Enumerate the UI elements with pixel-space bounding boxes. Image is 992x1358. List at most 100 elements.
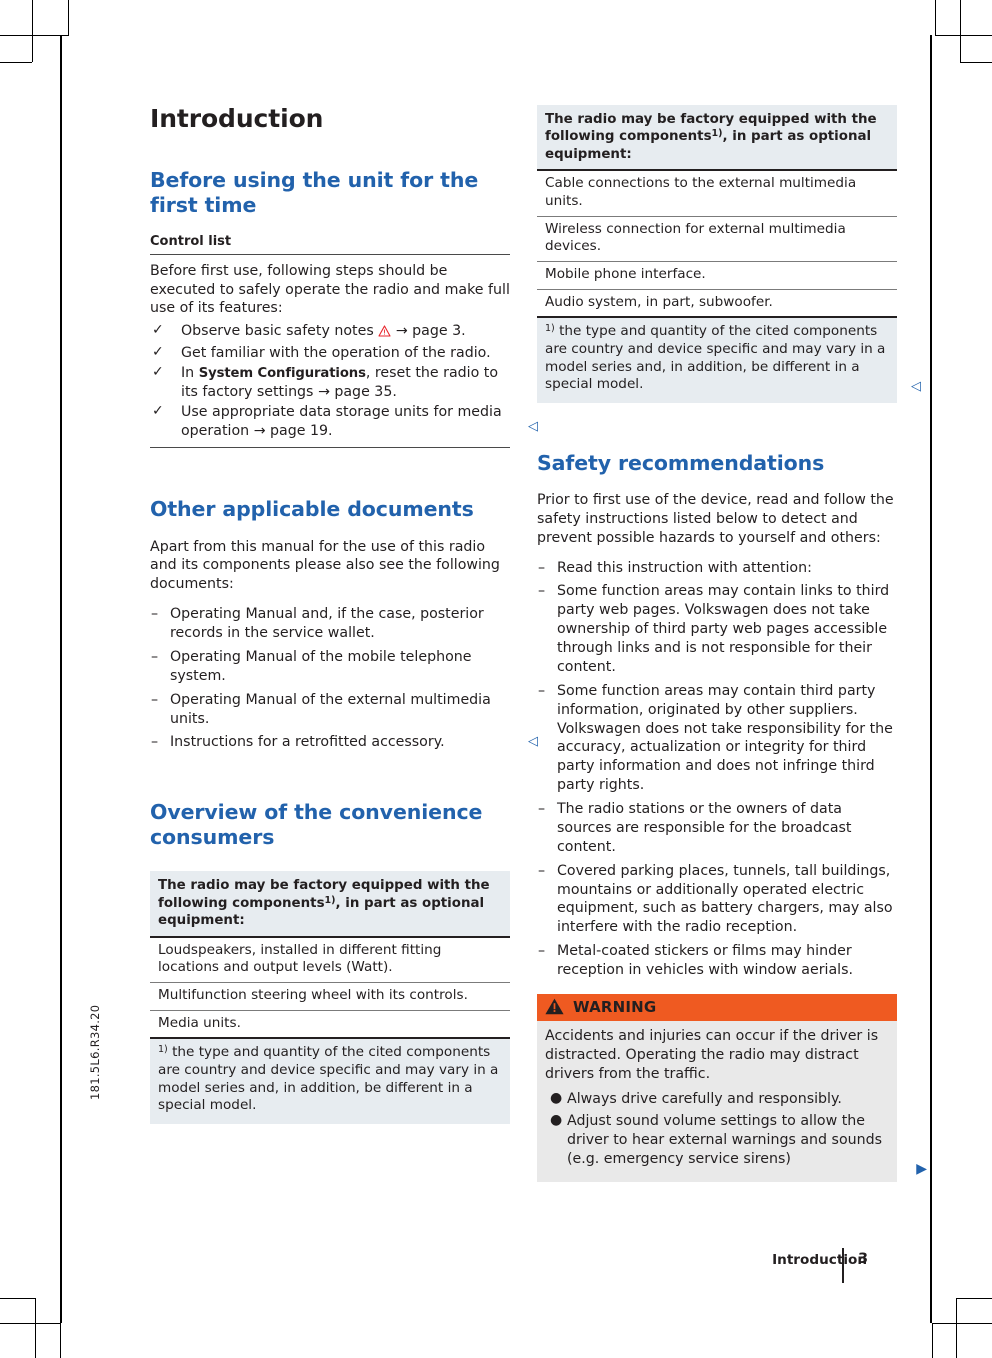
warning-body-text: Accidents and injuries can occur if the … <box>545 1027 879 1082</box>
footer-divider <box>842 1248 844 1283</box>
check-icon: ✓ <box>152 344 164 361</box>
warning-label: WARNING <box>573 997 657 1016</box>
list-item-text: Always drive carefully and responsibly. <box>567 1090 842 1107</box>
table-row: Cable connections to the external multim… <box>537 170 897 217</box>
table-header-row: The radio may be factory equipped with t… <box>150 871 510 938</box>
table-header-cell: The radio may be factory equipped with t… <box>537 105 897 172</box>
list-item-text: Observe basic safety notes <box>181 323 379 340</box>
check-icon: ✓ <box>152 322 164 339</box>
control-list: ✓ Observe basic safety notes → page 3. ✓ G… <box>150 322 538 441</box>
section-heading-before-first-use: Before using the unit for the first time <box>150 167 479 217</box>
table-header-row: The radio may be factory equipped with t… <box>537 105 897 172</box>
list-item-text: Operating Manual of the mobile telephone… <box>170 648 472 684</box>
right-page-rule <box>930 35 932 1323</box>
list-item-text-after: → page 3. <box>391 323 466 340</box>
footnote-marker: 1) <box>324 894 336 906</box>
table-cell: Loudspeakers, installed in different fit… <box>150 936 510 983</box>
list-item: – Instructions for a retrofitted accessor… <box>150 733 538 752</box>
bullet-icon: ● <box>550 1112 563 1129</box>
table-cell: Cable connections to the external multim… <box>537 170 897 217</box>
left-page-rule <box>60 35 62 1323</box>
right-column: The radio may be factory equipped with t… <box>537 105 927 1183</box>
table-header-cell: The radio may be factory equipped with t… <box>150 871 510 938</box>
ui-term-system-configurations: System Configurations <box>198 366 366 382</box>
divider <box>150 446 510 448</box>
page-footer: Introduction 3 <box>0 1248 992 1283</box>
list-item-text: Operating Manual and, if the case, poste… <box>170 606 484 642</box>
section-heading-other-documents: Other applicable documents <box>150 496 474 521</box>
other-documents-list: – Operating Manual and, if the case, post… <box>150 605 538 752</box>
list-item: ✓ In System Configurations, reset the rad… <box>150 364 510 402</box>
document-code: 181.5L6.R34.20 <box>88 1004 102 1100</box>
warning-box: WARNING Accidents and injuries can occur… <box>537 993 927 1183</box>
table-row: Audio system, in part, subwoofer. <box>537 289 897 317</box>
list-item-text: Use appropriate data storage units for m… <box>181 403 502 439</box>
list-item-text: Adjust sound volume settings to allow th… <box>567 1113 883 1168</box>
table-cell: Mobile phone interface. <box>537 261 897 290</box>
bullet-icon: ● <box>550 1089 563 1106</box>
end-of-section-marker: ◁ <box>911 378 921 394</box>
list-item-text: Get familiar with the operation of the r… <box>181 345 491 362</box>
table-cell: Audio system, in part, subwoofer. <box>545 293 773 310</box>
table-cell: Multifunction steering wheel with its co… <box>150 982 510 1011</box>
dash-icon: – <box>538 801 546 818</box>
table-cell: Media units. <box>158 1014 241 1031</box>
check-icon: ✓ <box>152 364 164 381</box>
subheading-control-list: Control list <box>150 233 232 249</box>
warning-box-content: Accidents and injuries can occur if the … <box>537 1021 897 1182</box>
table-footnote-row: 1) the type and quantity of the cited co… <box>150 1037 510 1124</box>
list-item: – The radio stations or the owners of dat… <box>537 800 897 857</box>
warning-box-header: WARNING <box>537 993 897 1021</box>
list-item: – Operating Manual of the external multim… <box>150 691 510 729</box>
list-item: – Covered parking places, tunnels, tall b… <box>537 862 897 938</box>
continues-marker: ▶ <box>916 1161 927 1178</box>
list-item: – Some function areas may contain third p… <box>537 682 897 795</box>
section-heading-overview-consumers: Overview of the convenience consumers <box>150 800 483 850</box>
warning-triangle-icon <box>378 324 391 343</box>
section-heading-safety-recommendations: Safety recommendations <box>537 450 825 475</box>
table-row: Wireless connection for external multime… <box>537 216 897 262</box>
dash-icon: – <box>151 606 159 623</box>
list-item: ✓ Use appropriate data storage units for … <box>150 402 538 441</box>
table-footnote-cell: 1) the type and quantity of the cited co… <box>150 1037 510 1124</box>
warning-triangle-icon <box>545 998 564 1015</box>
list-item-text: Some function areas may contain links to… <box>557 583 890 675</box>
table-footnote-row: 1) the type and quantity of the cited co… <box>537 316 921 403</box>
dash-icon: – <box>151 691 159 708</box>
warning-bullet-list: ● Always drive carefully and responsibly.… <box>545 1090 889 1170</box>
dash-icon: – <box>151 648 159 665</box>
list-item-text: Some function areas may contain third pa… <box>557 682 893 794</box>
list-item-text: In <box>181 365 199 382</box>
table-row: Multifunction steering wheel with its co… <box>150 982 510 1011</box>
list-item-text: Instructions for a retrofitted accessory… <box>170 734 445 751</box>
table-footnote-cell: 1) the type and quantity of the cited co… <box>537 316 921 403</box>
list-item-text: The radio stations or the owners of data… <box>557 801 852 855</box>
left-column: Introduction Before using the unit for t… <box>150 104 538 1124</box>
footnote-text: the type and quantity of the cited compo… <box>158 1044 499 1114</box>
safety-list: – Read this instruction with attention: –… <box>537 559 897 980</box>
dash-icon: – <box>538 682 546 699</box>
footnote-text: the type and quantity of the cited compo… <box>545 323 886 393</box>
check-icon: ✓ <box>152 402 164 419</box>
control-list-intro: Before first use, following steps should… <box>150 262 510 317</box>
list-item: ✓ Observe basic safety notes → page 3. <box>150 322 510 343</box>
list-item: – Operating Manual of the mobile telephon… <box>150 648 510 686</box>
footer-chapter-title: Introduction <box>772 1252 867 1268</box>
page-title: Introduction <box>150 104 324 133</box>
safety-intro: Prior to first use of the device, read a… <box>537 491 894 546</box>
list-item: – Read this instruction with attention: <box>537 559 897 578</box>
list-item-text: Read this instruction with attention: <box>557 559 812 576</box>
dash-icon: – <box>151 734 159 751</box>
list-item: – Some function areas may contain links t… <box>537 582 897 676</box>
list-item: – Operating Manual and, if the case, post… <box>150 605 510 643</box>
table-row: Mobile phone interface. <box>537 261 897 290</box>
dash-icon: – <box>538 943 546 960</box>
table-row: Media units. <box>150 1010 510 1038</box>
list-item: ● Always drive carefully and responsibly. <box>545 1090 889 1109</box>
dash-icon: – <box>538 583 546 600</box>
dash-icon: – <box>538 559 546 576</box>
list-item: ● Adjust sound volume settings to allow t… <box>545 1112 889 1169</box>
dash-icon: – <box>538 862 546 879</box>
list-item-text: Operating Manual of the external multime… <box>170 691 491 727</box>
table-row: Loudspeakers, installed in different fit… <box>150 936 510 983</box>
